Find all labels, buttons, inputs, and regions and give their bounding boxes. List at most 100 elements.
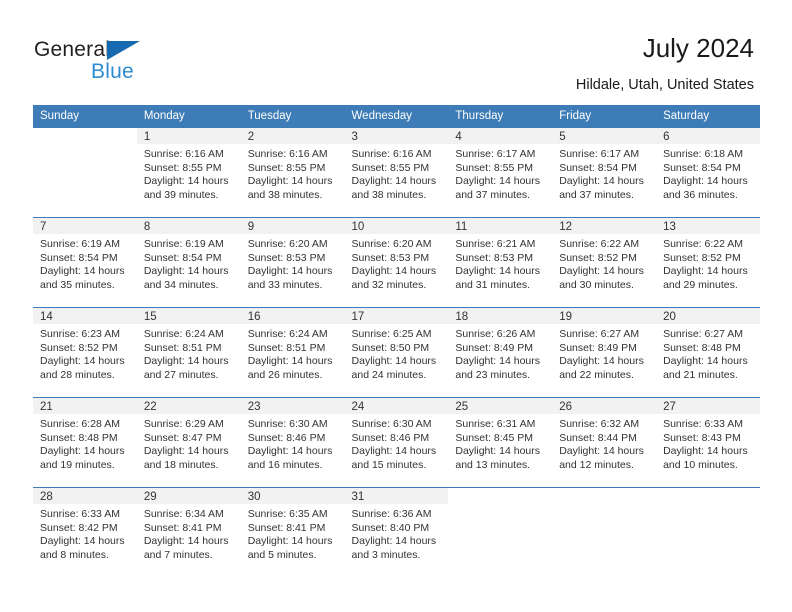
day-cell[interactable]: 25 Sunrise: 6:31 AM Sunset: 8:45 PM Dayl… (448, 397, 553, 488)
day-details: Sunrise: 6:22 AM Sunset: 8:52 PM Dayligh… (656, 234, 760, 292)
sunset-text: Sunset: 8:54 PM (143, 251, 222, 264)
day-details: Sunrise: 6:29 AM Sunset: 8:47 PM Dayligh… (137, 414, 241, 472)
day-cell[interactable]: 22 Sunrise: 6:29 AM Sunset: 8:47 PM Dayl… (136, 397, 241, 488)
daylight-text-line1: Daylight: 14 hours (351, 265, 437, 278)
weekday-header-thursday: Thursday (448, 105, 553, 128)
day-details: Sunrise: 6:30 AM Sunset: 8:46 PM Dayligh… (241, 414, 345, 472)
sunset-text: Sunset: 8:53 PM (351, 251, 430, 264)
day-cell[interactable]: 21 Sunrise: 6:28 AM Sunset: 8:48 PM Dayl… (33, 397, 137, 488)
sunrise-text: Sunrise: 6:25 AM (351, 328, 432, 340)
day-cell[interactable]: 28 Sunrise: 6:33 AM Sunset: 8:42 PM Dayl… (33, 487, 137, 578)
weekday-header-friday: Friday (552, 105, 657, 128)
daylight-text-line1: Daylight: 14 hours (351, 445, 437, 458)
day-number (448, 488, 553, 504)
daylight-text-line2: and 28 minutes. (40, 368, 115, 381)
sunrise-text: Sunrise: 6:17 AM (455, 148, 536, 160)
day-cell[interactable]: 1 Sunrise: 6:16 AM Sunset: 8:55 PM Dayli… (136, 127, 241, 218)
daylight-text-line1: Daylight: 14 hours (455, 445, 541, 458)
day-cell[interactable]: 7 Sunrise: 6:19 AM Sunset: 8:54 PM Dayli… (33, 217, 137, 308)
page-subtitle-location: Hildale, Utah, United States (575, 77, 754, 93)
day-cell[interactable]: 9 Sunrise: 6:20 AM Sunset: 8:53 PM Dayli… (240, 217, 345, 308)
sunrise-text: Sunrise: 6:20 AM (351, 238, 432, 250)
title-block: July 2024 Hildale, Utah, United States (576, 32, 754, 94)
day-cell[interactable]: 18 Sunrise: 6:26 AM Sunset: 8:49 PM Dayl… (448, 307, 553, 398)
day-cell[interactable]: 12 Sunrise: 6:22 AM Sunset: 8:52 PM Dayl… (552, 217, 657, 308)
sunrise-text: Sunrise: 6:16 AM (143, 148, 224, 160)
sunset-text: Sunset: 8:52 PM (40, 341, 118, 354)
daylight-text-line1: Daylight: 14 hours (559, 445, 644, 458)
day-number: 28 (33, 488, 137, 504)
day-number: 20 (656, 308, 760, 324)
day-number: 6 (656, 128, 760, 144)
day-number: 23 (240, 398, 345, 414)
day-cell[interactable]: 26 Sunrise: 6:32 AM Sunset: 8:44 PM Dayl… (552, 397, 657, 488)
sunset-text: Sunset: 8:49 PM (455, 341, 534, 354)
daylight-text-line2: and 21 minutes. (663, 368, 738, 381)
weekday-header-saturday: Saturday (656, 105, 760, 128)
daylight-text-line2: and 5 minutes. (247, 548, 317, 561)
day-cell[interactable]: 31 Sunrise: 6:36 AM Sunset: 8:40 PM Dayl… (344, 487, 449, 578)
calendar-week-row: 1 Sunrise: 6:16 AM Sunset: 8:55 PM Dayli… (33, 127, 760, 218)
day-number: 7 (33, 218, 137, 234)
sunrise-text: Sunrise: 6:21 AM (455, 238, 536, 250)
day-details: Sunrise: 6:34 AM Sunset: 8:41 PM Dayligh… (137, 504, 241, 562)
day-cell[interactable]: 29 Sunrise: 6:34 AM Sunset: 8:41 PM Dayl… (136, 487, 241, 578)
day-number: 1 (136, 128, 241, 144)
day-cell[interactable]: 14 Sunrise: 6:23 AM Sunset: 8:52 PM Dayl… (33, 307, 137, 398)
day-number: 30 (240, 488, 345, 504)
sunrise-text: Sunrise: 6:27 AM (663, 328, 744, 340)
day-cell[interactable]: 5 Sunrise: 6:17 AM Sunset: 8:54 PM Dayli… (552, 127, 657, 218)
day-number (552, 488, 657, 504)
day-number: 16 (240, 308, 345, 324)
daylight-text-line1: Daylight: 14 hours (143, 535, 229, 548)
daylight-text-line1: Daylight: 14 hours (351, 355, 437, 368)
day-number: 15 (136, 308, 241, 324)
general-blue-logo[interactable]: General Blue (34, 38, 194, 84)
sunset-text: Sunset: 8:55 PM (351, 161, 430, 174)
day-cell-empty (552, 487, 657, 578)
day-cell[interactable]: 30 Sunrise: 6:35 AM Sunset: 8:41 PM Dayl… (240, 487, 345, 578)
sunrise-text: Sunrise: 6:16 AM (247, 148, 328, 160)
day-cell[interactable]: 11 Sunrise: 6:21 AM Sunset: 8:53 PM Dayl… (448, 217, 553, 308)
day-cell[interactable]: 3 Sunrise: 6:16 AM Sunset: 8:55 PM Dayli… (344, 127, 449, 218)
day-details: Sunrise: 6:30 AM Sunset: 8:46 PM Dayligh… (345, 414, 449, 472)
day-cell[interactable]: 19 Sunrise: 6:27 AM Sunset: 8:49 PM Dayl… (552, 307, 657, 398)
daylight-text-line2: and 8 minutes. (40, 548, 109, 561)
day-number: 17 (344, 308, 449, 324)
day-details: Sunrise: 6:20 AM Sunset: 8:53 PM Dayligh… (345, 234, 449, 292)
day-cell[interactable]: 23 Sunrise: 6:30 AM Sunset: 8:46 PM Dayl… (240, 397, 345, 488)
day-details: Sunrise: 6:19 AM Sunset: 8:54 PM Dayligh… (33, 234, 137, 292)
daylight-text-line2: and 38 minutes. (247, 188, 323, 201)
day-cell[interactable]: 24 Sunrise: 6:30 AM Sunset: 8:46 PM Dayl… (344, 397, 449, 488)
day-cell[interactable]: 17 Sunrise: 6:25 AM Sunset: 8:50 PM Dayl… (344, 307, 449, 398)
day-cell[interactable]: 2 Sunrise: 6:16 AM Sunset: 8:55 PM Dayli… (240, 127, 345, 218)
day-details: Sunrise: 6:24 AM Sunset: 8:51 PM Dayligh… (137, 324, 241, 382)
sunset-text: Sunset: 8:48 PM (663, 341, 741, 354)
day-cell[interactable]: 8 Sunrise: 6:19 AM Sunset: 8:54 PM Dayli… (136, 217, 241, 308)
day-cell[interactable]: 4 Sunrise: 6:17 AM Sunset: 8:55 PM Dayli… (448, 127, 553, 218)
day-cell[interactable]: 6 Sunrise: 6:18 AM Sunset: 8:54 PM Dayli… (656, 127, 760, 218)
sunset-text: Sunset: 8:50 PM (351, 341, 430, 354)
day-number: 10 (344, 218, 449, 234)
day-details: Sunrise: 6:17 AM Sunset: 8:55 PM Dayligh… (448, 144, 552, 202)
sunset-text: Sunset: 8:42 PM (40, 521, 118, 534)
day-cell[interactable]: 15 Sunrise: 6:24 AM Sunset: 8:51 PM Dayl… (136, 307, 241, 398)
daylight-text-line1: Daylight: 14 hours (143, 445, 229, 458)
day-cell[interactable]: 16 Sunrise: 6:24 AM Sunset: 8:51 PM Dayl… (240, 307, 345, 398)
daylight-text-line1: Daylight: 14 hours (559, 355, 644, 368)
day-number: 22 (136, 398, 241, 414)
day-cell[interactable]: 13 Sunrise: 6:22 AM Sunset: 8:52 PM Dayl… (656, 217, 760, 308)
sunset-text: Sunset: 8:52 PM (559, 251, 637, 264)
day-cell[interactable]: 10 Sunrise: 6:20 AM Sunset: 8:53 PM Dayl… (344, 217, 449, 308)
sunrise-text: Sunrise: 6:20 AM (247, 238, 328, 250)
daylight-text-line2: and 37 minutes. (559, 188, 634, 201)
day-cell[interactable]: 20 Sunrise: 6:27 AM Sunset: 8:48 PM Dayl… (656, 307, 760, 398)
calendar-week-row: 7 Sunrise: 6:19 AM Sunset: 8:54 PM Dayli… (33, 217, 760, 308)
day-cell[interactable]: 27 Sunrise: 6:33 AM Sunset: 8:43 PM Dayl… (656, 397, 760, 488)
day-number: 18 (448, 308, 553, 324)
day-number: 8 (136, 218, 241, 234)
day-cell-empty (656, 487, 760, 578)
day-number: 14 (33, 308, 137, 324)
sunset-text: Sunset: 8:54 PM (559, 161, 637, 174)
daylight-text-line2: and 10 minutes. (663, 458, 738, 471)
